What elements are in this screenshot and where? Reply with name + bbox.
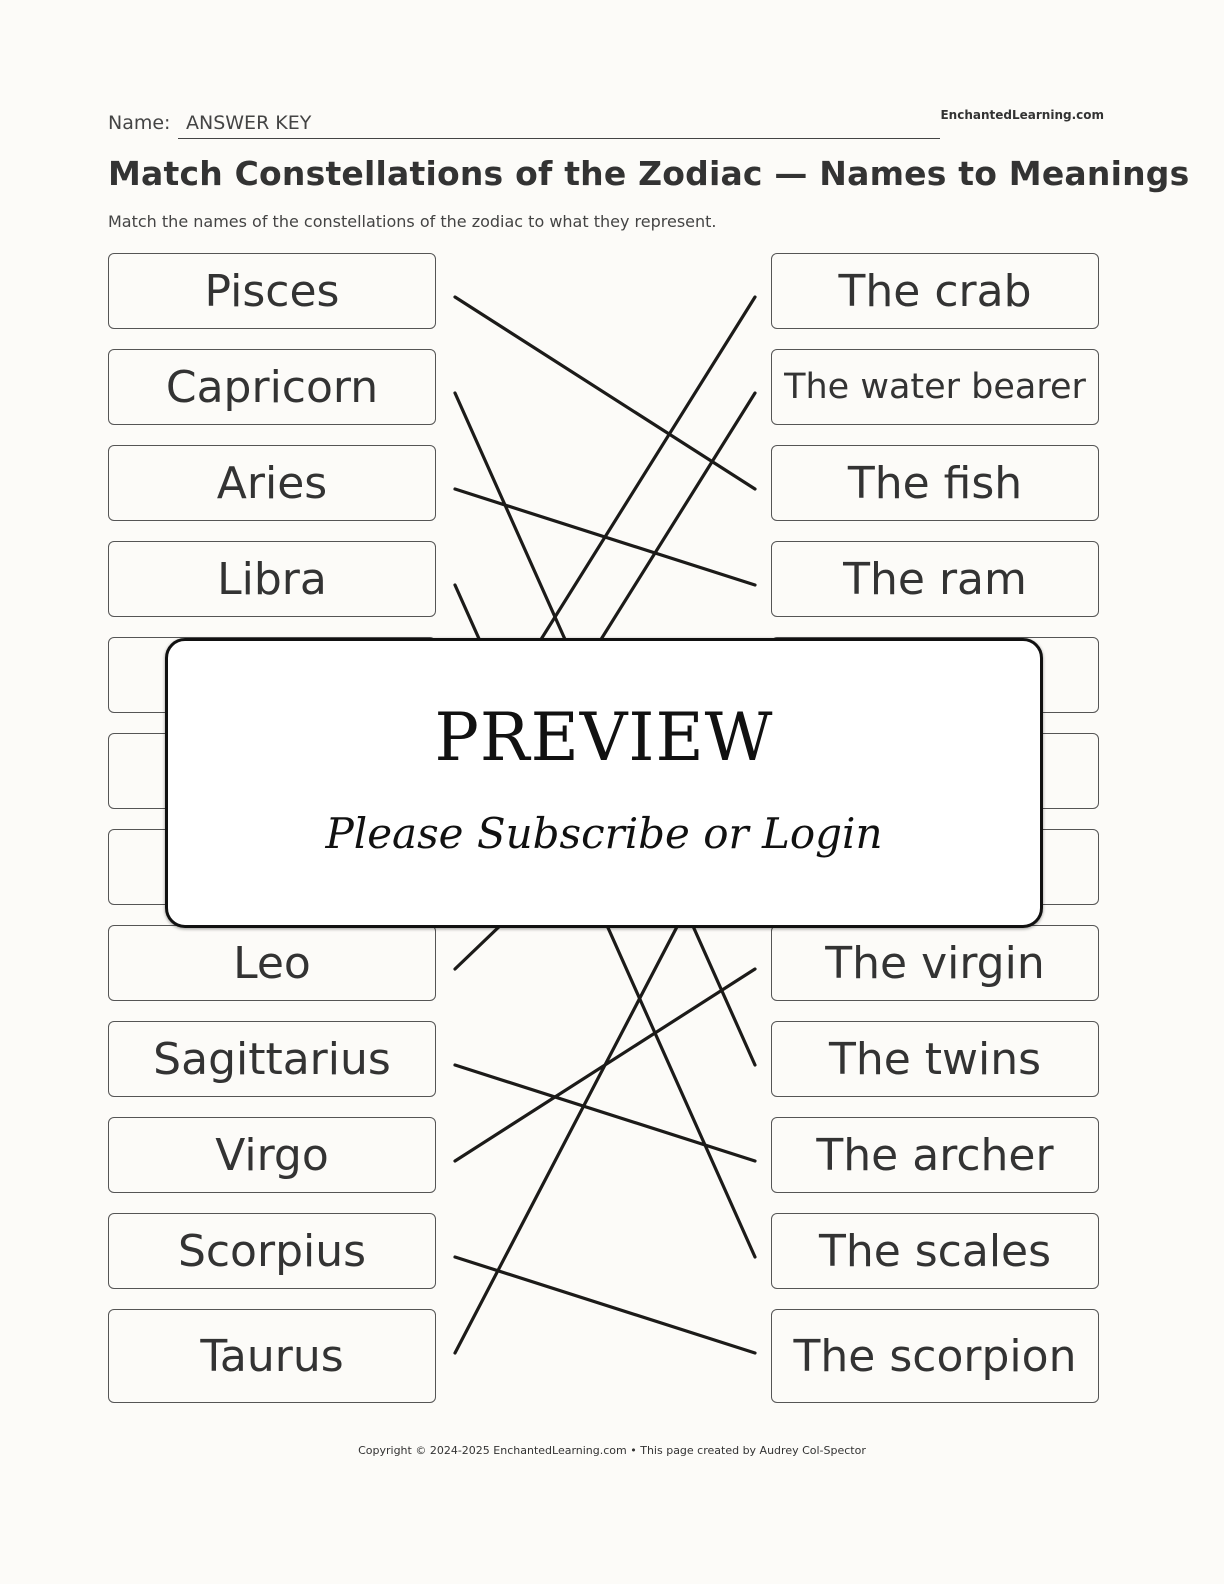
copyright-footer: Copyright © 2024-2025 EnchantedLearning.… xyxy=(358,1444,866,1457)
preview-title: PREVIEW xyxy=(434,699,774,776)
preview-overlay[interactable]: PREVIEW Please Subscribe or Login xyxy=(165,638,1043,928)
subscribe-login-link[interactable]: Please Subscribe or Login xyxy=(168,809,1040,858)
match-line xyxy=(453,295,757,491)
match-line xyxy=(453,1255,757,1355)
match-line xyxy=(453,1063,757,1163)
